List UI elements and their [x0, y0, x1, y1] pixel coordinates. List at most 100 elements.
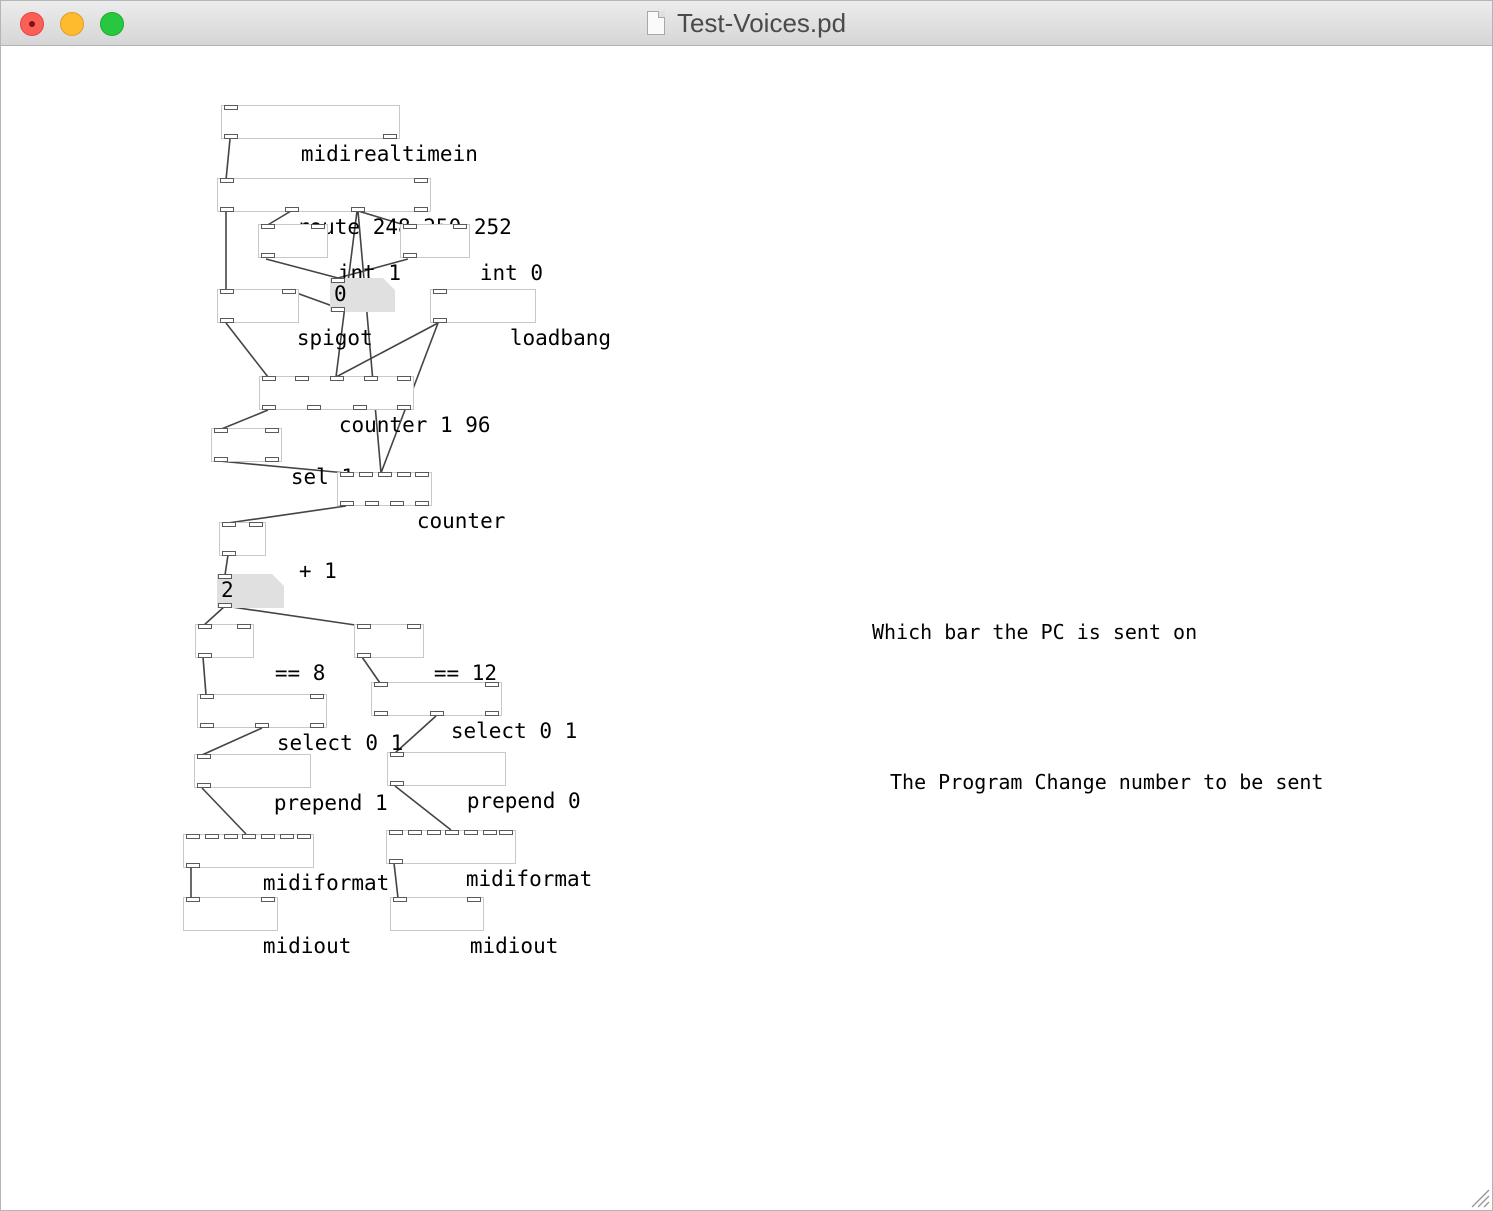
outlet[interactable] — [397, 405, 411, 410]
inlet[interactable] — [186, 897, 200, 902]
outlet[interactable] — [353, 405, 367, 410]
inlet[interactable] — [295, 376, 309, 381]
inlet[interactable] — [485, 682, 499, 687]
int-0-object[interactable]: int 0 — [400, 224, 543, 285]
resize-grip-icon[interactable] — [1468, 1186, 1490, 1208]
outlet[interactable] — [357, 653, 371, 658]
outlet[interactable] — [220, 318, 234, 323]
inlet[interactable] — [222, 522, 236, 527]
inlet[interactable] — [261, 224, 275, 229]
inlet[interactable] — [237, 624, 251, 629]
outlet[interactable] — [331, 307, 345, 312]
equals-8-object[interactable]: == 8 — [195, 624, 325, 685]
inlet[interactable] — [311, 224, 325, 229]
inlet[interactable] — [220, 178, 234, 183]
inlet[interactable] — [467, 897, 481, 902]
outlet[interactable] — [307, 405, 321, 410]
inlet[interactable] — [397, 376, 411, 381]
outlet[interactable] — [351, 207, 365, 212]
outlet[interactable] — [415, 501, 429, 506]
title-bar[interactable]: Test-Voices.pd — [1, 1, 1492, 46]
inlet[interactable] — [262, 376, 276, 381]
outlet[interactable] — [285, 207, 299, 212]
inlet[interactable] — [261, 897, 275, 902]
outlet[interactable] — [218, 603, 232, 608]
inlet[interactable] — [483, 830, 497, 835]
inlet[interactable] — [359, 472, 373, 477]
outlet[interactable] — [197, 783, 211, 788]
inlet[interactable] — [499, 830, 513, 835]
outlet[interactable] — [198, 653, 212, 658]
inlet[interactable] — [464, 830, 478, 835]
outlet[interactable] — [414, 207, 428, 212]
inlet[interactable] — [433, 289, 447, 294]
inlet[interactable] — [378, 472, 392, 477]
inlet[interactable] — [445, 830, 459, 835]
inlet[interactable] — [297, 834, 311, 839]
inlet[interactable] — [403, 224, 417, 229]
outlet[interactable] — [389, 859, 403, 864]
midiout-object-left[interactable]: midiout — [183, 897, 351, 958]
inlet[interactable] — [408, 830, 422, 835]
inlet[interactable] — [340, 472, 354, 477]
number-box-bar-count[interactable]: 2 — [217, 574, 284, 608]
prepend-1-object[interactable]: prepend 1 — [194, 754, 388, 815]
prepend-0-object[interactable]: prepend 0 — [387, 752, 581, 813]
outlet[interactable] — [262, 405, 276, 410]
inlet[interactable] — [414, 178, 428, 183]
inlet[interactable] — [224, 105, 238, 110]
inlet[interactable] — [393, 897, 407, 902]
midiformat-object-left[interactable]: midiformat — [183, 834, 389, 895]
int-1-object[interactable]: int 1 — [258, 224, 401, 285]
outlet[interactable] — [310, 723, 324, 728]
patch-canvas[interactable]: midirealtimein route 248 250 252 int 1 i… — [1, 46, 1492, 1210]
outlet[interactable] — [390, 781, 404, 786]
outlet[interactable] — [186, 863, 200, 868]
plus-1-object[interactable]: + 1 — [219, 522, 337, 583]
outlet[interactable] — [200, 723, 214, 728]
inlet[interactable] — [374, 682, 388, 687]
inlet[interactable] — [265, 428, 279, 433]
outlet[interactable] — [265, 457, 279, 462]
midiout-object-right[interactable]: midiout — [390, 897, 558, 958]
inlet[interactable] — [282, 289, 296, 294]
inlet[interactable] — [186, 834, 200, 839]
outlet[interactable] — [220, 207, 234, 212]
inlet[interactable] — [390, 752, 404, 757]
sel-1-object[interactable]: sel 1 — [211, 428, 354, 489]
inlet[interactable] — [427, 830, 441, 835]
inlet[interactable] — [357, 624, 371, 629]
inlet[interactable] — [261, 834, 275, 839]
inlet[interactable] — [364, 376, 378, 381]
outlet[interactable] — [224, 134, 238, 139]
inlet[interactable] — [280, 834, 294, 839]
outlet[interactable] — [430, 711, 444, 716]
equals-12-object[interactable]: == 12 — [354, 624, 497, 685]
outlet[interactable] — [403, 253, 417, 258]
route-object[interactable]: route 248 250 252 — [217, 178, 512, 239]
inlet[interactable] — [330, 376, 344, 381]
outlet[interactable] — [214, 457, 228, 462]
midiformat-object-right[interactable]: midiformat — [386, 830, 592, 891]
number-box-toggle-state[interactable]: 0 — [330, 278, 395, 312]
outlet[interactable] — [340, 501, 354, 506]
inlet[interactable] — [407, 624, 421, 629]
outlet[interactable] — [365, 501, 379, 506]
midirealtimein-object[interactable]: midirealtimein — [221, 105, 478, 166]
inlet[interactable] — [218, 574, 232, 579]
outlet[interactable] — [222, 551, 236, 556]
inlet[interactable] — [200, 694, 214, 699]
inlet[interactable] — [415, 472, 429, 477]
inlet[interactable] — [214, 428, 228, 433]
inlet[interactable] — [224, 834, 238, 839]
select-0-1-object-left[interactable]: select 0 1 — [197, 694, 403, 755]
inlet[interactable] — [331, 278, 345, 283]
inlet[interactable] — [249, 522, 263, 527]
inlet[interactable] — [310, 694, 324, 699]
select-0-1-object-right[interactable]: select 0 1 — [371, 682, 577, 743]
inlet[interactable] — [220, 289, 234, 294]
outlet[interactable] — [261, 253, 275, 258]
outlet[interactable] — [433, 318, 447, 323]
counter-1-96-object[interactable]: counter 1 96 — [259, 376, 491, 437]
outlet[interactable] — [383, 134, 397, 139]
